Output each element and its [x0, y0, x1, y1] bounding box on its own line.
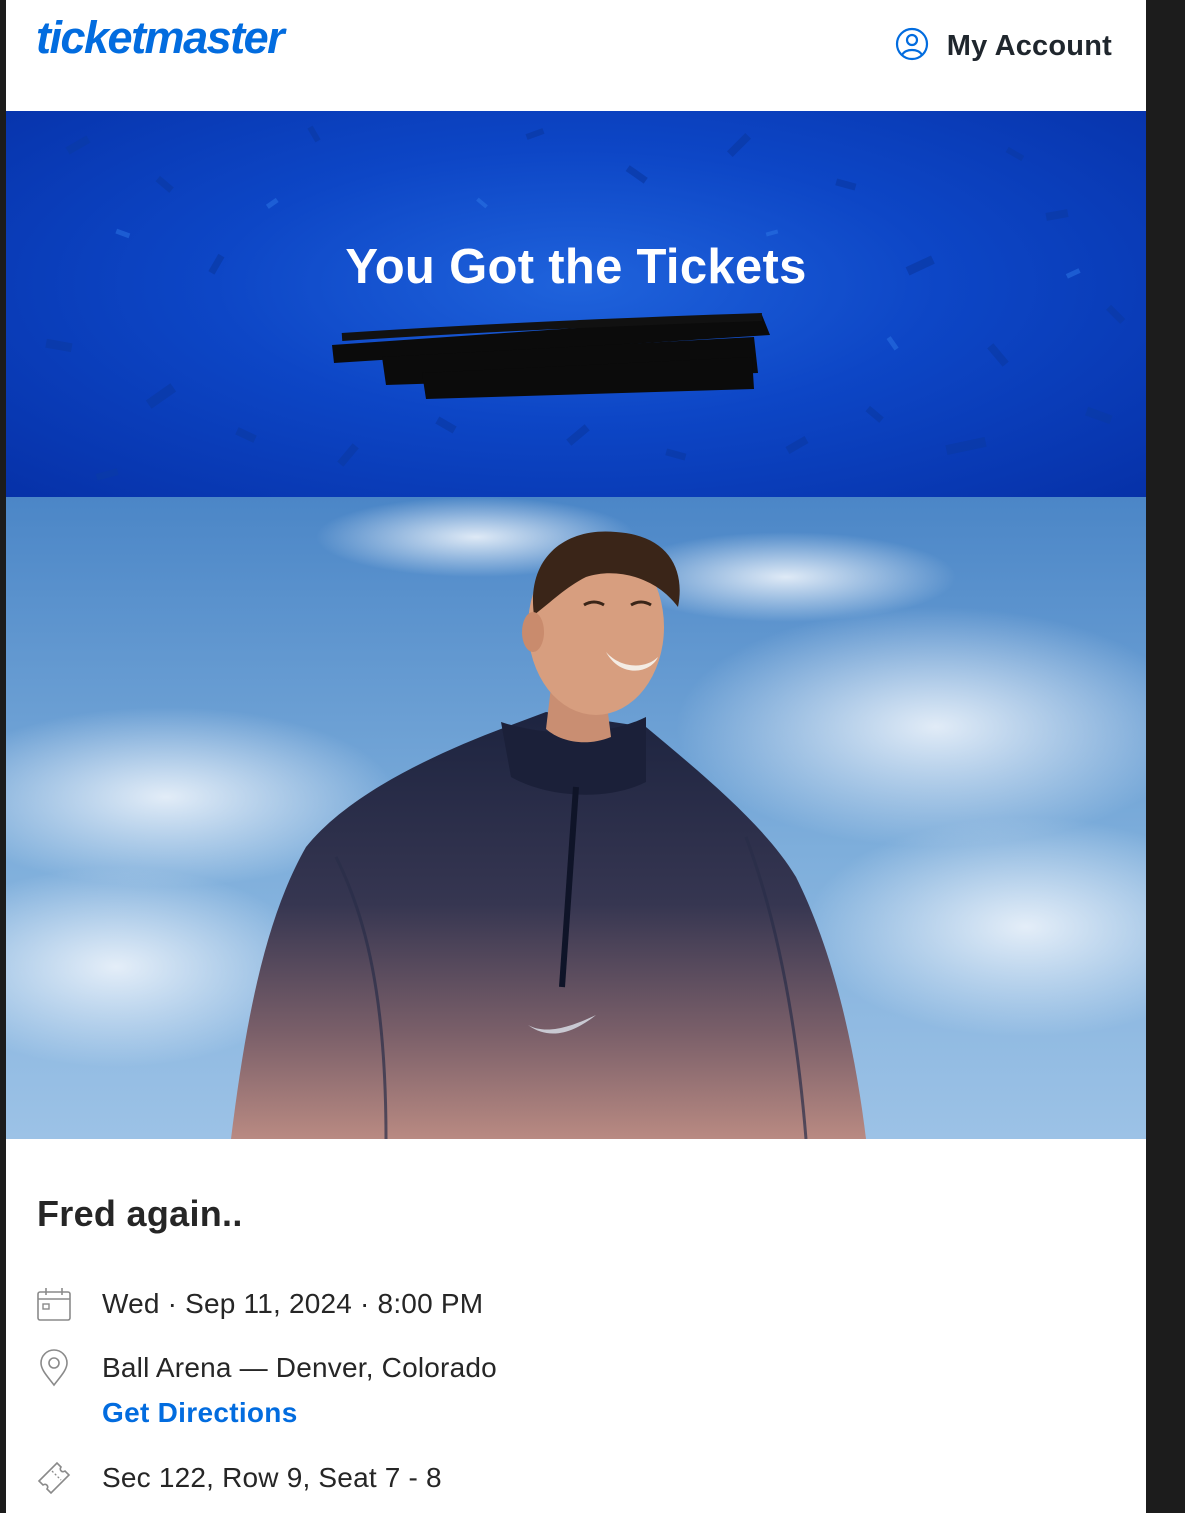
- my-account-button[interactable]: My Account: [895, 26, 1112, 66]
- seat-info: Sec 122, Row 9, Seat 7 - 8: [102, 1462, 442, 1493]
- artist-name: Fred again..: [37, 1193, 243, 1234]
- ticket-icon: [34, 1458, 74, 1498]
- calendar-icon: [34, 1284, 74, 1324]
- artist-photo: [6, 497, 1146, 1139]
- date-row: Wed · Sep 11, 2024 · 8:00 PM: [34, 1284, 483, 1324]
- venue-location: Ball Arena — Denver, Colorado: [102, 1352, 497, 1383]
- confirmation-title: You Got the Tickets: [345, 240, 807, 294]
- user-circle-icon: [895, 27, 929, 66]
- redacted-text-marker: [332, 313, 770, 399]
- venue-row: Ball Arena — Denver, Colorado: [34, 1348, 497, 1388]
- seats-row: Sec 122, Row 9, Seat 7 - 8: [34, 1458, 442, 1498]
- confirmation-page: ticketmaster My Account You Got the Tick…: [6, 0, 1146, 1513]
- ticketmaster-logo[interactable]: ticketmaster: [36, 12, 285, 64]
- confirmation-banner: You Got the Tickets: [6, 111, 1146, 497]
- get-directions-link[interactable]: Get Directions: [102, 1397, 298, 1429]
- map-pin-icon: [34, 1348, 74, 1388]
- confetti-background: [45, 125, 1126, 481]
- event-date-time: Wed · Sep 11, 2024 · 8:00 PM: [102, 1288, 484, 1319]
- event-details: Fred again.. Wed · Sep 11, 2024 · 8:00 P…: [6, 1139, 1146, 1513]
- top-header: ticketmaster My Account: [6, 0, 1146, 111]
- my-account-label: My Account: [946, 29, 1112, 62]
